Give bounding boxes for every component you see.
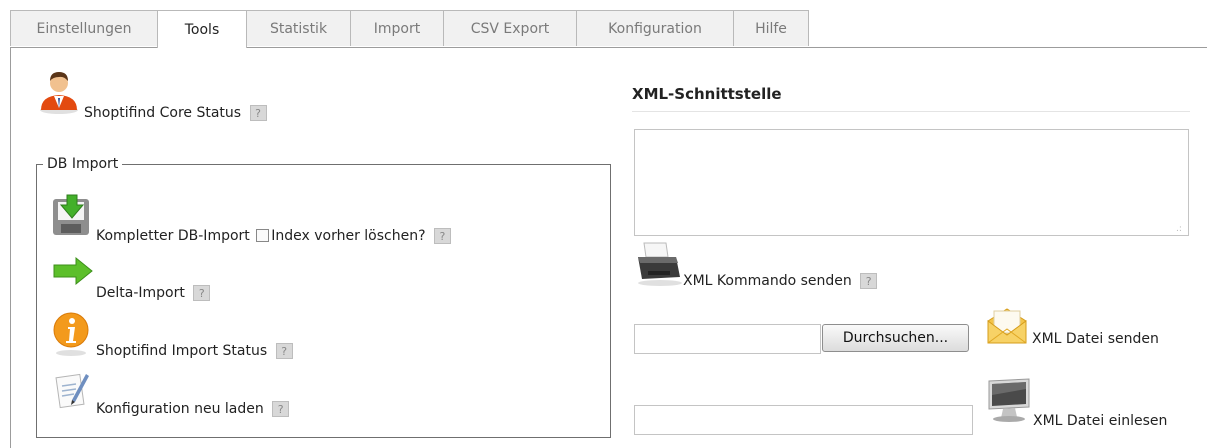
clear-index-label: Index vorher löschen? — [271, 228, 426, 244]
tab-import[interactable]: Import — [350, 10, 444, 46]
help-icon[interactable]: ? — [249, 105, 267, 121]
tab-csv-export[interactable]: CSV Export — [443, 10, 577, 46]
help-icon[interactable]: ? — [272, 401, 290, 417]
delta-import-row: Delta-Import ? — [96, 285, 211, 301]
document-edit-icon[interactable] — [52, 370, 92, 410]
help-icon[interactable]: ? — [193, 285, 211, 301]
full-import-row: Kompletter DB-Import Index vorher lösche… — [96, 228, 451, 244]
full-import-link[interactable]: Kompletter DB-Import — [96, 228, 250, 244]
database-download-icon[interactable] — [50, 193, 96, 239]
user-icon[interactable] — [38, 68, 80, 114]
xml-section-heading: XML-Schnittstelle — [632, 85, 782, 103]
monitor-icon[interactable] — [985, 377, 1033, 423]
import-status-link[interactable]: Shoptifind Import Status — [96, 343, 267, 359]
help-icon[interactable]: ? — [860, 273, 878, 289]
help-icon[interactable]: ? — [275, 343, 293, 359]
db-import-legend: DB Import — [47, 156, 119, 172]
info-icon[interactable] — [50, 311, 92, 357]
read-file-input[interactable] — [634, 405, 973, 435]
clear-index-checkbox[interactable] — [256, 229, 270, 242]
core-status-label: Shoptifind Core Status — [84, 105, 242, 121]
heading-divider — [632, 111, 1190, 112]
tab-hilfe[interactable]: Hilfe — [733, 10, 809, 46]
tab-bar: Einstellungen Tools Statistik Import CSV… — [10, 10, 809, 48]
xml-command-textarea[interactable] — [634, 129, 1189, 236]
send-command-link[interactable]: XML Kommando senden — [683, 273, 852, 289]
reload-config-row: Konfiguration neu laden ? — [96, 401, 290, 417]
tab-statistik[interactable]: Statistik — [246, 10, 351, 46]
help-icon[interactable]: ? — [433, 228, 451, 244]
tab-einstellungen[interactable]: Einstellungen — [10, 10, 158, 46]
browse-button[interactable]: Durchsuchen... — [822, 324, 969, 352]
green-arrow-icon[interactable] — [52, 256, 94, 286]
tab-tools[interactable]: Tools — [157, 10, 247, 48]
reload-config-link[interactable]: Konfiguration neu laden — [96, 401, 264, 417]
read-file-link[interactable]: XML Datei einlesen — [1033, 413, 1167, 429]
resize-grip-icon[interactable]: .: — [1176, 225, 1182, 234]
delta-import-link[interactable]: Delta-Import — [96, 285, 185, 301]
core-status-link[interactable]: Shoptifind Core Status ? — [84, 105, 267, 121]
file-path-input[interactable] — [634, 324, 821, 354]
send-command-row: XML Kommando senden ? — [683, 273, 878, 289]
printer-icon[interactable] — [634, 241, 684, 287]
tab-konfiguration[interactable]: Konfiguration — [576, 10, 734, 46]
envelope-icon[interactable] — [985, 303, 1029, 347]
send-file-link[interactable]: XML Datei senden — [1032, 331, 1159, 347]
import-status-row: Shoptifind Import Status ? — [96, 343, 293, 359]
